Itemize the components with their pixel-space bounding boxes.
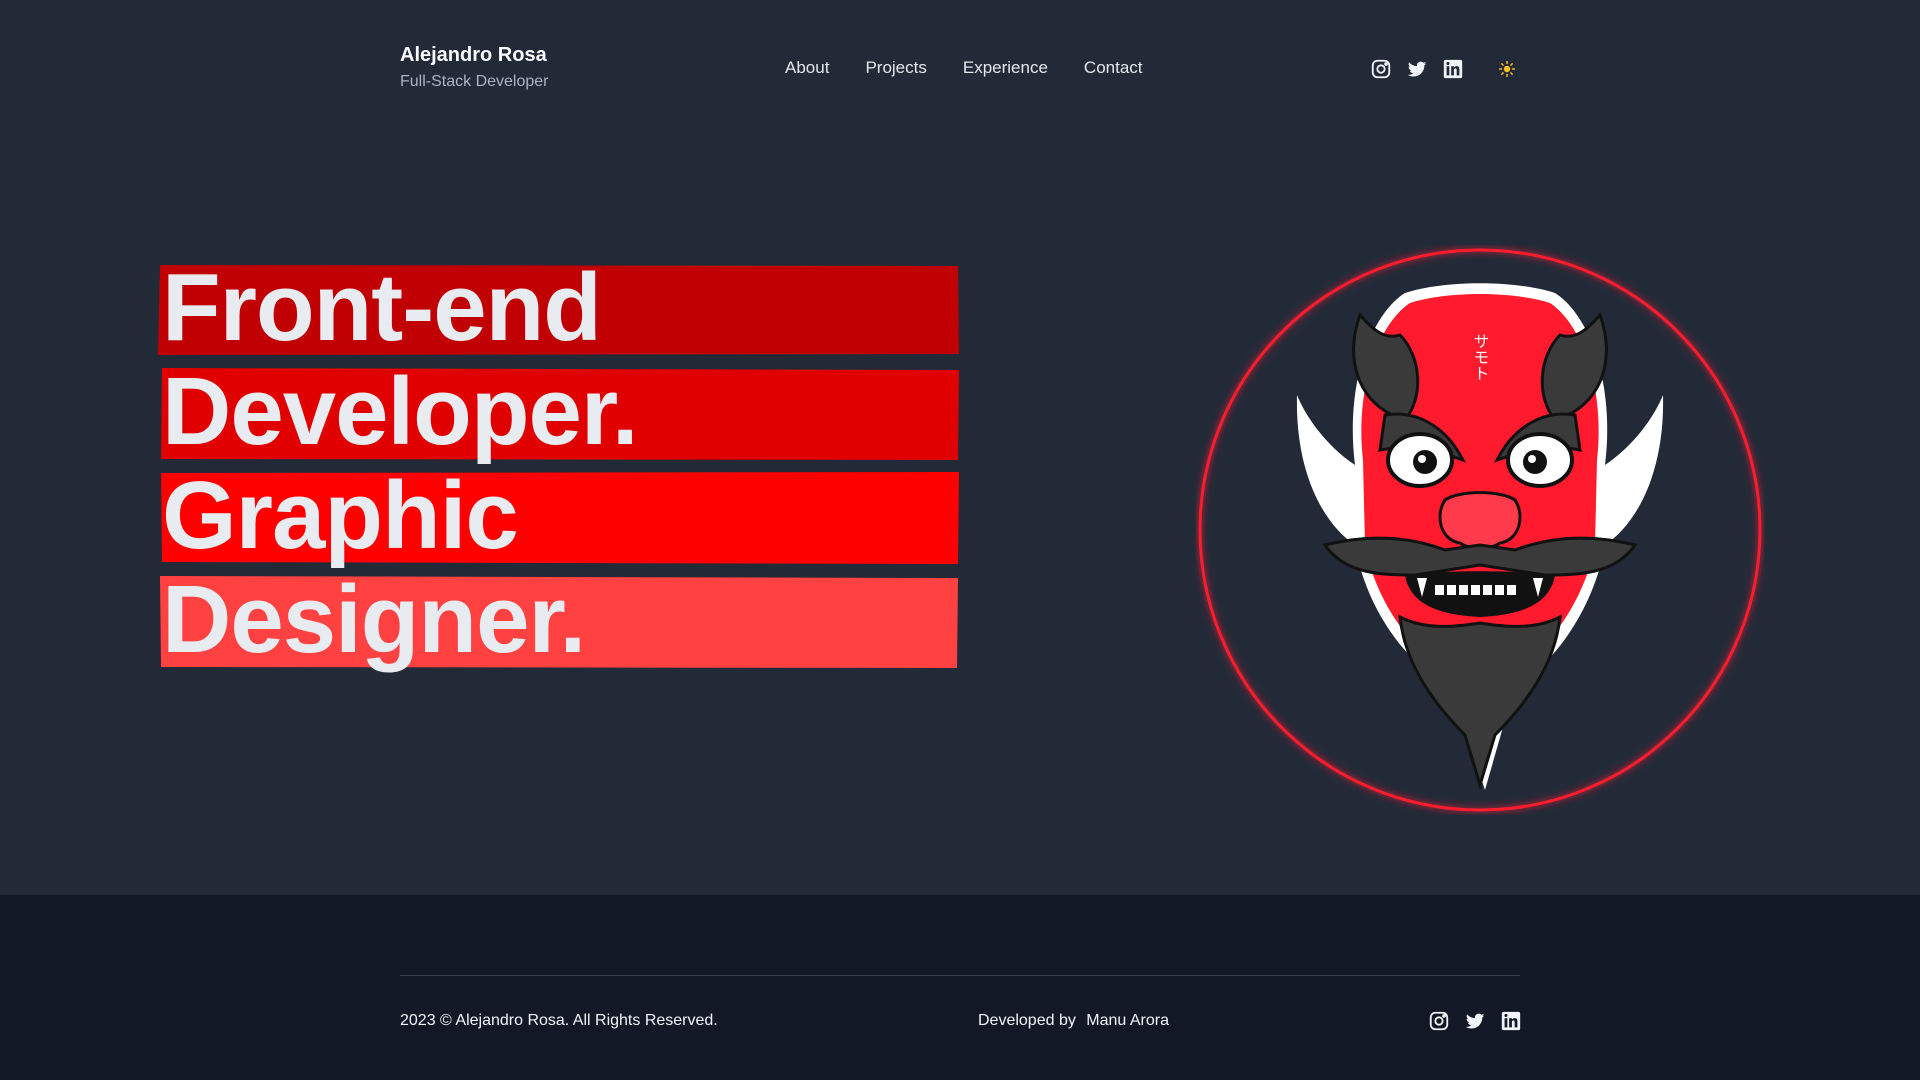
twitter-icon[interactable] (1464, 1010, 1486, 1032)
brand-role: Full-Stack Developer (400, 73, 549, 90)
developer-link[interactable]: Manu Arora (1086, 1012, 1169, 1029)
oni-mask-illustration: サモト (1198, 248, 1762, 812)
nav-projects[interactable]: Projects (865, 58, 926, 78)
sun-icon[interactable] (1496, 58, 1518, 80)
brand[interactable]: Alejandro Rosa Full-Stack Developer (400, 44, 549, 91)
headline-line: Developer. (158, 362, 962, 462)
nav-about[interactable]: About (785, 58, 829, 78)
headline-line: Graphic (158, 466, 962, 566)
headline-line: Front-end (158, 258, 962, 358)
developed-by-label: Developed by (978, 1012, 1076, 1029)
footer-credit: Developed by Manu Arora (978, 1012, 1169, 1030)
hero-headline: Front-end Developer. Graphic Designer. (158, 258, 962, 680)
headline-text: Graphic (162, 462, 519, 569)
instagram-icon[interactable] (1370, 58, 1392, 80)
footer: 2023 © Alejandro Rosa. All Rights Reserv… (0, 895, 1920, 1080)
header-social-links (1370, 58, 1518, 80)
main-nav: About Projects Experience Contact (785, 58, 1179, 78)
headline-line: Designer. (158, 570, 962, 670)
right-pupil-highlight (1528, 455, 1536, 463)
linkedin-icon[interactable] (1442, 58, 1464, 80)
brand-name: Alejandro Rosa (400, 44, 547, 66)
instagram-icon[interactable] (1428, 1010, 1450, 1032)
nose (1438, 491, 1522, 550)
footer-social-links (1428, 1010, 1522, 1032)
nav-contact[interactable]: Contact (1084, 58, 1143, 78)
left-pupil (1413, 450, 1437, 474)
twitter-icon[interactable] (1406, 58, 1428, 80)
headline-text: Front-end (162, 254, 602, 361)
footer-divider (400, 975, 1520, 976)
right-pupil (1523, 450, 1547, 474)
left-pupil-highlight (1418, 455, 1426, 463)
nav-experience[interactable]: Experience (963, 58, 1048, 78)
footer-copyright: 2023 © Alejandro Rosa. All Rights Reserv… (400, 1012, 718, 1029)
headline-text: Designer. (162, 566, 586, 673)
headline-text: Developer. (162, 358, 639, 465)
beard (1398, 614, 1562, 791)
mask-forehead-text: サモト (1471, 333, 1490, 381)
linkedin-icon[interactable] (1500, 1010, 1522, 1032)
